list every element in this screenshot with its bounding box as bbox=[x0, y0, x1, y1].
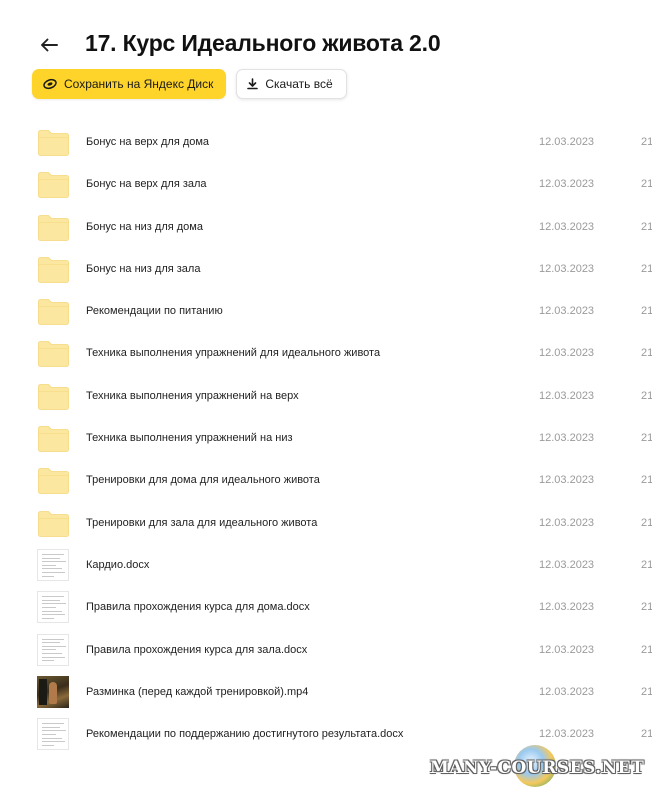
file-row[interactable]: Рекомендации по питанию 12.03.2023 21 bbox=[0, 290, 652, 332]
file-name: Правила прохождения курса для дома.docx bbox=[86, 601, 310, 614]
file-date: 12.03.2023 bbox=[539, 601, 595, 614]
folder-icon bbox=[37, 128, 70, 157]
file-date: 12.03.2023 bbox=[539, 432, 595, 445]
file-row[interactable]: Кардио.docx 12.03.2023 21 bbox=[0, 544, 652, 586]
file-row[interactable]: Разминка (перед каждой тренировкой).mp4 1… bbox=[0, 671, 652, 713]
download-icon bbox=[247, 78, 259, 90]
folder-icon bbox=[37, 509, 70, 538]
page-title: 17. Курс Идеального живота 2.0 bbox=[85, 30, 441, 56]
header: 17. Курс Идеального живота 2.0 bbox=[0, 0, 652, 70]
folder-icon bbox=[37, 213, 70, 242]
folder-icon bbox=[37, 339, 70, 368]
file-date: 12.03.2023 bbox=[539, 220, 595, 233]
save-to-disk-button[interactable]: Сохранить на Яндекс Диск bbox=[32, 69, 227, 99]
file-size: 21 bbox=[641, 262, 652, 275]
download-all-button[interactable]: Скачать всё bbox=[236, 69, 347, 99]
file-date: 12.03.2023 bbox=[539, 262, 595, 275]
back-button[interactable] bbox=[36, 32, 62, 58]
file-date: 12.03.2023 bbox=[539, 685, 595, 698]
watermark-text: MANY-COURSES.NET bbox=[430, 758, 645, 778]
action-bar: Сохранить на Яндекс Диск Скачать всё bbox=[32, 69, 347, 99]
file-size: 21 bbox=[641, 643, 652, 656]
file-name: Кардио.docx bbox=[86, 558, 150, 571]
file-row[interactable]: Бонус на низ для дома 12.03.2023 21 bbox=[0, 206, 652, 248]
folder-icon bbox=[37, 170, 70, 199]
file-date: 12.03.2023 bbox=[539, 305, 595, 318]
save-button-label: Сохранить на Яндекс Диск bbox=[64, 77, 214, 91]
file-name: Техника выполнения упражнений для идеаль… bbox=[86, 347, 381, 360]
folder-icon bbox=[37, 382, 70, 411]
file-size: 21 bbox=[641, 516, 652, 529]
file-date: 12.03.2023 bbox=[539, 389, 595, 402]
document-thumbnail-icon bbox=[37, 591, 69, 624]
file-date: 12.03.2023 bbox=[539, 516, 595, 529]
file-row[interactable]: Тренировки для зала для идеального живот… bbox=[0, 502, 652, 544]
file-size: 21 bbox=[641, 601, 652, 614]
file-list: Бонус на верх для дома 12.03.2023 21 Бонус … bbox=[0, 121, 652, 755]
file-size: 21 bbox=[641, 305, 652, 318]
file-size: 21 bbox=[641, 347, 652, 360]
file-date: 12.03.2023 bbox=[539, 136, 595, 148]
file-row[interactable]: Техника выполнения упражнений на низ 12.0… bbox=[0, 417, 652, 459]
file-name: Рекомендации по поддержанию достигнутого… bbox=[86, 728, 404, 741]
document-thumbnail-icon bbox=[37, 718, 69, 751]
arrow-left-icon bbox=[41, 38, 58, 52]
file-name: Тренировки для дома для идеального живот… bbox=[86, 474, 320, 487]
document-thumbnail-icon bbox=[37, 633, 69, 666]
file-date: 12.03.2023 bbox=[539, 643, 595, 656]
file-date: 12.03.2023 bbox=[539, 558, 595, 571]
folder-icon bbox=[37, 466, 70, 495]
file-row[interactable]: Бонус на низ для зала 12.03.2023 21 bbox=[0, 248, 652, 290]
file-size: 21 bbox=[641, 178, 652, 191]
file-row[interactable]: Правила прохождения курса для зала.docx 1… bbox=[0, 629, 652, 671]
file-date: 12.03.2023 bbox=[539, 347, 595, 360]
file-name: Техника выполнения упражнений на низ bbox=[86, 432, 293, 445]
document-thumbnail-icon bbox=[37, 548, 69, 581]
file-date: 12.03.2023 bbox=[539, 728, 595, 741]
file-name: Правила прохождения курса для зала.docx bbox=[86, 643, 308, 656]
file-name: Бонус на низ для зала bbox=[86, 262, 201, 275]
file-size: 21 bbox=[641, 432, 652, 445]
file-row[interactable]: Бонус на верх для дома 12.03.2023 21 bbox=[0, 121, 652, 163]
file-name: Техника выполнения упражнений на верх bbox=[86, 389, 299, 402]
watermark: MANY-COURSES.NET bbox=[428, 745, 650, 791]
file-row[interactable]: Бонус на верх для зала 12.03.2023 21 bbox=[0, 163, 652, 205]
disk-icon bbox=[43, 78, 57, 90]
file-size: 21 bbox=[641, 136, 652, 148]
file-size: 21 bbox=[641, 728, 652, 741]
file-name: Разминка (перед каждой тренировкой).mp4 bbox=[86, 685, 309, 698]
file-size: 21 bbox=[641, 474, 652, 487]
download-button-label: Скачать всё bbox=[265, 77, 333, 91]
file-size: 21 bbox=[641, 558, 652, 571]
file-size: 21 bbox=[641, 389, 652, 402]
file-name: Рекомендации по питанию bbox=[86, 305, 223, 318]
folder-icon bbox=[37, 255, 70, 284]
video-thumbnail-icon bbox=[37, 675, 69, 708]
file-date: 12.03.2023 bbox=[539, 474, 595, 487]
file-name: Бонус на верх для дома bbox=[86, 136, 210, 148]
folder-icon bbox=[37, 297, 70, 326]
folder-icon bbox=[37, 424, 70, 453]
file-name: Тренировки для зала для идеального живот… bbox=[86, 516, 318, 529]
file-name: Бонус на низ для дома bbox=[86, 220, 203, 233]
file-date: 12.03.2023 bbox=[539, 178, 595, 191]
file-row[interactable]: Техника выполнения упражнений для идеаль… bbox=[0, 332, 652, 374]
file-row[interactable]: Техника выполнения упражнений на верх 12.… bbox=[0, 375, 652, 417]
file-row[interactable]: Тренировки для дома для идеального живот… bbox=[0, 459, 652, 501]
file-size: 21 bbox=[641, 220, 652, 233]
file-size: 21 bbox=[641, 685, 652, 698]
file-name: Бонус на верх для зала bbox=[86, 178, 207, 191]
file-row[interactable]: Правила прохождения курса для дома.docx 1… bbox=[0, 586, 652, 628]
